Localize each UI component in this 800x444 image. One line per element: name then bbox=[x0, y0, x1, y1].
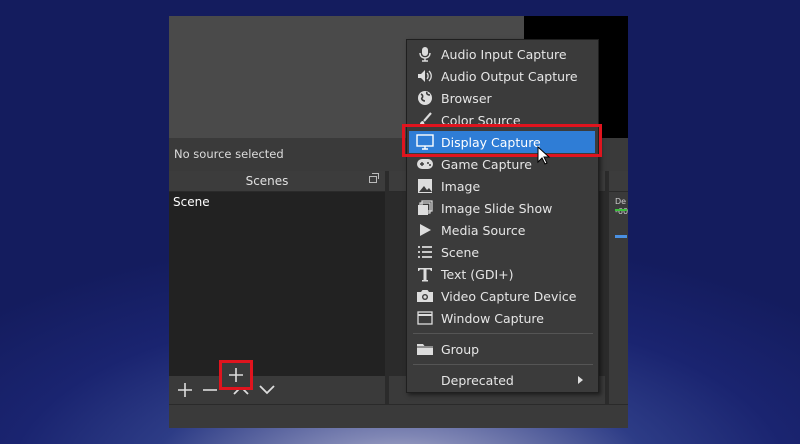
scenes-header: Scenes bbox=[169, 171, 385, 192]
menu-item-media-source[interactable]: Media Source bbox=[409, 219, 595, 241]
mixer-device-label: De -60 bbox=[615, 197, 628, 216]
slideshow-icon bbox=[414, 199, 436, 217]
scene-list[interactable]: Scene bbox=[169, 192, 385, 376]
menu-item-browser[interactable]: Browser bbox=[409, 87, 595, 109]
bottom-strip bbox=[169, 404, 628, 428]
menu-item-game-capture[interactable]: Game Capture bbox=[409, 153, 595, 175]
paintbrush-icon bbox=[414, 111, 436, 129]
menu-item-image[interactable]: Image bbox=[409, 175, 595, 197]
undock-icon[interactable] bbox=[369, 173, 379, 183]
chevron-down-icon bbox=[259, 385, 275, 395]
add-source-menu: Audio Input Capture Audio Output Capture… bbox=[406, 39, 599, 393]
menu-separator bbox=[413, 333, 593, 334]
menu-item-scene[interactable]: Scene bbox=[409, 241, 595, 263]
mouse-cursor-icon bbox=[537, 146, 551, 165]
folder-icon bbox=[414, 340, 436, 358]
plus-icon bbox=[178, 383, 192, 397]
audio-mixer-panel: De -60 bbox=[609, 171, 628, 404]
scenes-panel: Scenes Scene bbox=[169, 171, 385, 404]
menu-item-video-capture-device[interactable]: Video Capture Device bbox=[409, 285, 595, 307]
list-item[interactable]: Scene bbox=[173, 195, 210, 209]
microphone-icon bbox=[414, 45, 436, 63]
menu-item-deprecated[interactable]: Deprecated bbox=[409, 369, 595, 391]
text-icon bbox=[414, 265, 436, 283]
no-source-label: No source selected bbox=[174, 147, 284, 161]
mixer-header bbox=[609, 171, 628, 192]
globe-icon bbox=[414, 89, 436, 107]
plus-icon bbox=[229, 368, 243, 382]
minus-icon bbox=[203, 389, 217, 391]
menu-separator bbox=[413, 364, 593, 365]
remove-scene-button[interactable] bbox=[200, 380, 220, 400]
menu-item-image-slide-show[interactable]: Image Slide Show bbox=[409, 197, 595, 219]
menu-item-group[interactable]: Group bbox=[409, 338, 595, 360]
gamepad-icon bbox=[414, 155, 436, 173]
menu-item-audio-output-capture[interactable]: Audio Output Capture bbox=[409, 65, 595, 87]
image-icon bbox=[414, 177, 436, 195]
chevron-right-icon bbox=[578, 376, 583, 384]
list-icon bbox=[414, 243, 436, 261]
scenes-title: Scenes bbox=[245, 174, 289, 188]
window-icon bbox=[414, 309, 436, 327]
menu-item-color-source[interactable]: Color Source bbox=[409, 109, 595, 131]
menu-item-display-capture[interactable]: Display Capture bbox=[409, 131, 595, 153]
menu-item-window-capture[interactable]: Window Capture bbox=[409, 307, 595, 329]
add-source-button[interactable] bbox=[219, 360, 253, 390]
play-icon bbox=[414, 221, 436, 239]
speaker-icon bbox=[414, 67, 436, 85]
move-down-button[interactable] bbox=[257, 380, 277, 400]
scenes-toolbar bbox=[169, 376, 385, 404]
volume-meter bbox=[615, 209, 627, 211]
menu-item-audio-input-capture[interactable]: Audio Input Capture bbox=[409, 43, 595, 65]
volume-slider[interactable] bbox=[615, 235, 627, 238]
add-scene-button[interactable] bbox=[175, 380, 195, 400]
monitor-icon bbox=[414, 133, 436, 151]
menu-item-text-gdi[interactable]: Text (GDI+) bbox=[409, 263, 595, 285]
camera-icon bbox=[414, 287, 436, 305]
